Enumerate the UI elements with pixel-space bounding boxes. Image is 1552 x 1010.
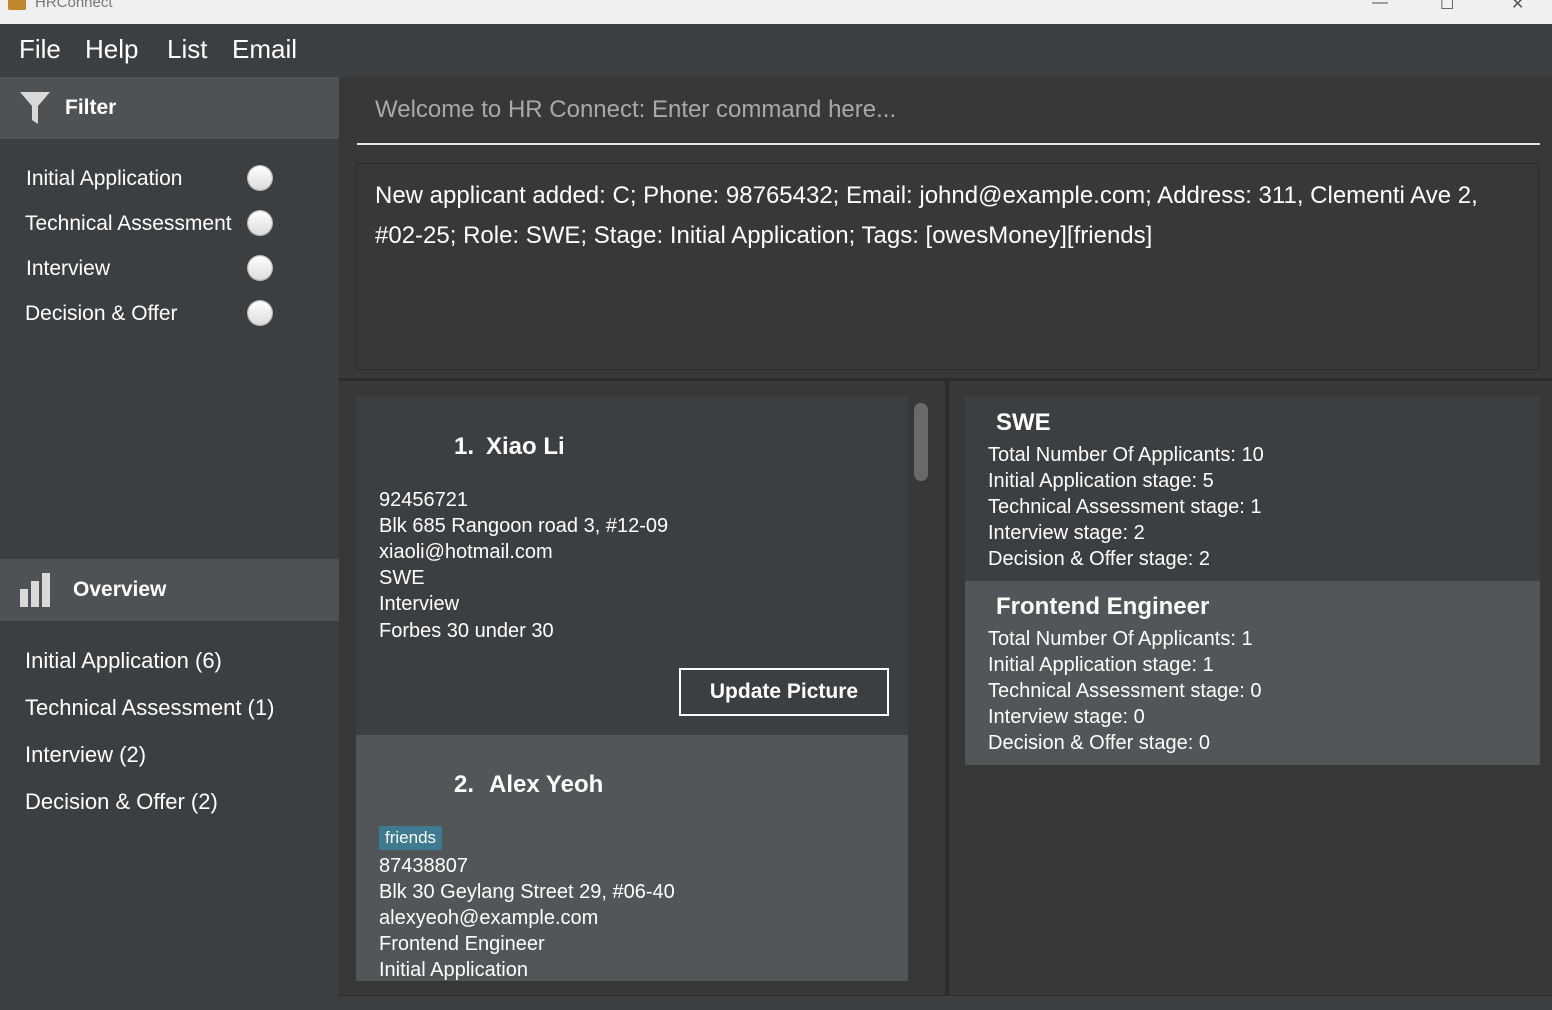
menu-bar: File Help List Email	[0, 24, 1552, 78]
role-stat-line: Total Number Of Applicants: 1	[988, 628, 1253, 650]
applicant-address: Blk 685 Rangoon road 3, #12-09	[379, 515, 669, 537]
menu-file[interactable]: File	[19, 34, 61, 65]
applicant-role: SWE	[379, 567, 425, 589]
bar-chart-icon	[20, 573, 50, 607]
result-text: New applicant added: C; Phone: 98765432;…	[375, 182, 1478, 249]
applicant-card[interactable]: 2. Alex Yeoh friends 87438807 Blk 30 Gey…	[356, 735, 908, 981]
filter-radio-technical-assessment[interactable]	[248, 211, 272, 235]
applicant-list: 1. Xiao Li 92456721 Blk 685 Rangoon road…	[356, 397, 908, 981]
window-title: HRConnect	[35, 0, 113, 11]
role-title: Frontend Engineer	[996, 593, 1210, 620]
filter-label-initial-application: Initial Application	[26, 167, 183, 190]
role-stat-line: Initial Application stage: 5	[988, 470, 1214, 492]
menu-help[interactable]: Help	[85, 34, 138, 65]
role-title: SWE	[996, 409, 1051, 436]
app-icon	[8, 0, 26, 10]
overview-interview: Interview (2)	[25, 742, 147, 767]
applicant-note: Forbes 30 under 30	[379, 620, 554, 642]
applicant-index: 1.	[454, 433, 475, 460]
filter-radio-decision-offer[interactable]	[248, 301, 272, 325]
menu-email[interactable]: Email	[232, 34, 297, 65]
applicant-index: 2.	[454, 771, 475, 798]
role-stat-line: Interview stage: 0	[988, 706, 1145, 728]
filter-title: Filter	[65, 96, 117, 119]
filter-label-decision-offer: Decision & Offer	[25, 302, 178, 325]
overview-header: Overview	[0, 559, 339, 621]
applicant-phone: 87438807	[379, 855, 468, 877]
close-button[interactable]: ✕	[1511, 0, 1524, 14]
role-stat-line: Initial Application stage: 1	[988, 654, 1214, 676]
applicant-card[interactable]: 1. Xiao Li 92456721 Blk 685 Rangoon road…	[356, 397, 908, 735]
filter-funnel-icon	[20, 92, 50, 124]
applicant-email: alexyeoh@example.com	[379, 907, 599, 929]
sidebar: Filter Initial Application Technical Ass…	[0, 77, 339, 1009]
role-stat-line: Total Number Of Applicants: 10	[988, 444, 1264, 466]
filter-radio-initial-application[interactable]	[248, 166, 272, 190]
filter-header: Filter	[0, 77, 339, 139]
applicant-role: Frontend Engineer	[379, 933, 545, 955]
vertical-divider[interactable]	[945, 381, 949, 997]
update-picture-button[interactable]: Update Picture	[679, 668, 889, 716]
command-input[interactable]	[357, 77, 1540, 143]
applicant-stage: Interview	[379, 593, 460, 615]
role-stat-card: Frontend Engineer Total Number Of Applic…	[965, 581, 1540, 765]
overview-title: Overview	[73, 578, 167, 601]
filter-label-technical-assessment: Technical Assessment	[25, 212, 232, 235]
applicant-name: Alex Yeoh	[489, 771, 604, 798]
result-display: New applicant added: C; Phone: 98765432;…	[356, 163, 1539, 370]
applicant-name: Xiao Li	[486, 433, 565, 460]
applicant-tag: friends	[379, 826, 443, 850]
list-scrollbar[interactable]	[914, 403, 928, 481]
role-stat-line: Interview stage: 2	[988, 522, 1145, 544]
applicant-address: Blk 30 Geylang Street 29, #06-40	[379, 881, 675, 903]
overview-initial-application: Initial Application (6)	[25, 648, 222, 673]
role-stat-line: Decision & Offer stage: 2	[988, 548, 1210, 570]
role-stat-line: Technical Assessment stage: 1	[988, 496, 1262, 518]
maximize-button[interactable]: ☐	[1440, 0, 1454, 14]
menu-list[interactable]: List	[167, 34, 207, 65]
filter-label-interview: Interview	[26, 257, 111, 280]
applicant-stage: Initial Application	[379, 959, 528, 981]
minimize-button[interactable]: —	[1372, 0, 1388, 12]
filter-radio-interview[interactable]	[248, 256, 272, 280]
role-stat-card: SWE Total Number Of Applicants: 10 Initi…	[965, 397, 1540, 581]
applicant-email: xiaoli@hotmail.com	[379, 541, 553, 563]
applicant-phone: 92456721	[379, 489, 468, 511]
main-panel: New applicant added: C; Phone: 98765432;…	[339, 77, 1552, 1010]
overview-technical-assessment: Technical Assessment (1)	[25, 695, 275, 720]
role-stat-line: Decision & Offer stage: 0	[988, 732, 1210, 754]
overview-decision-offer: Decision & Offer (2)	[25, 789, 218, 814]
title-bar: HRConnect — ☐ ✕	[0, 0, 1552, 24]
command-box	[357, 77, 1540, 145]
status-bar	[339, 995, 1552, 1010]
role-stat-line: Technical Assessment stage: 0	[988, 680, 1262, 702]
